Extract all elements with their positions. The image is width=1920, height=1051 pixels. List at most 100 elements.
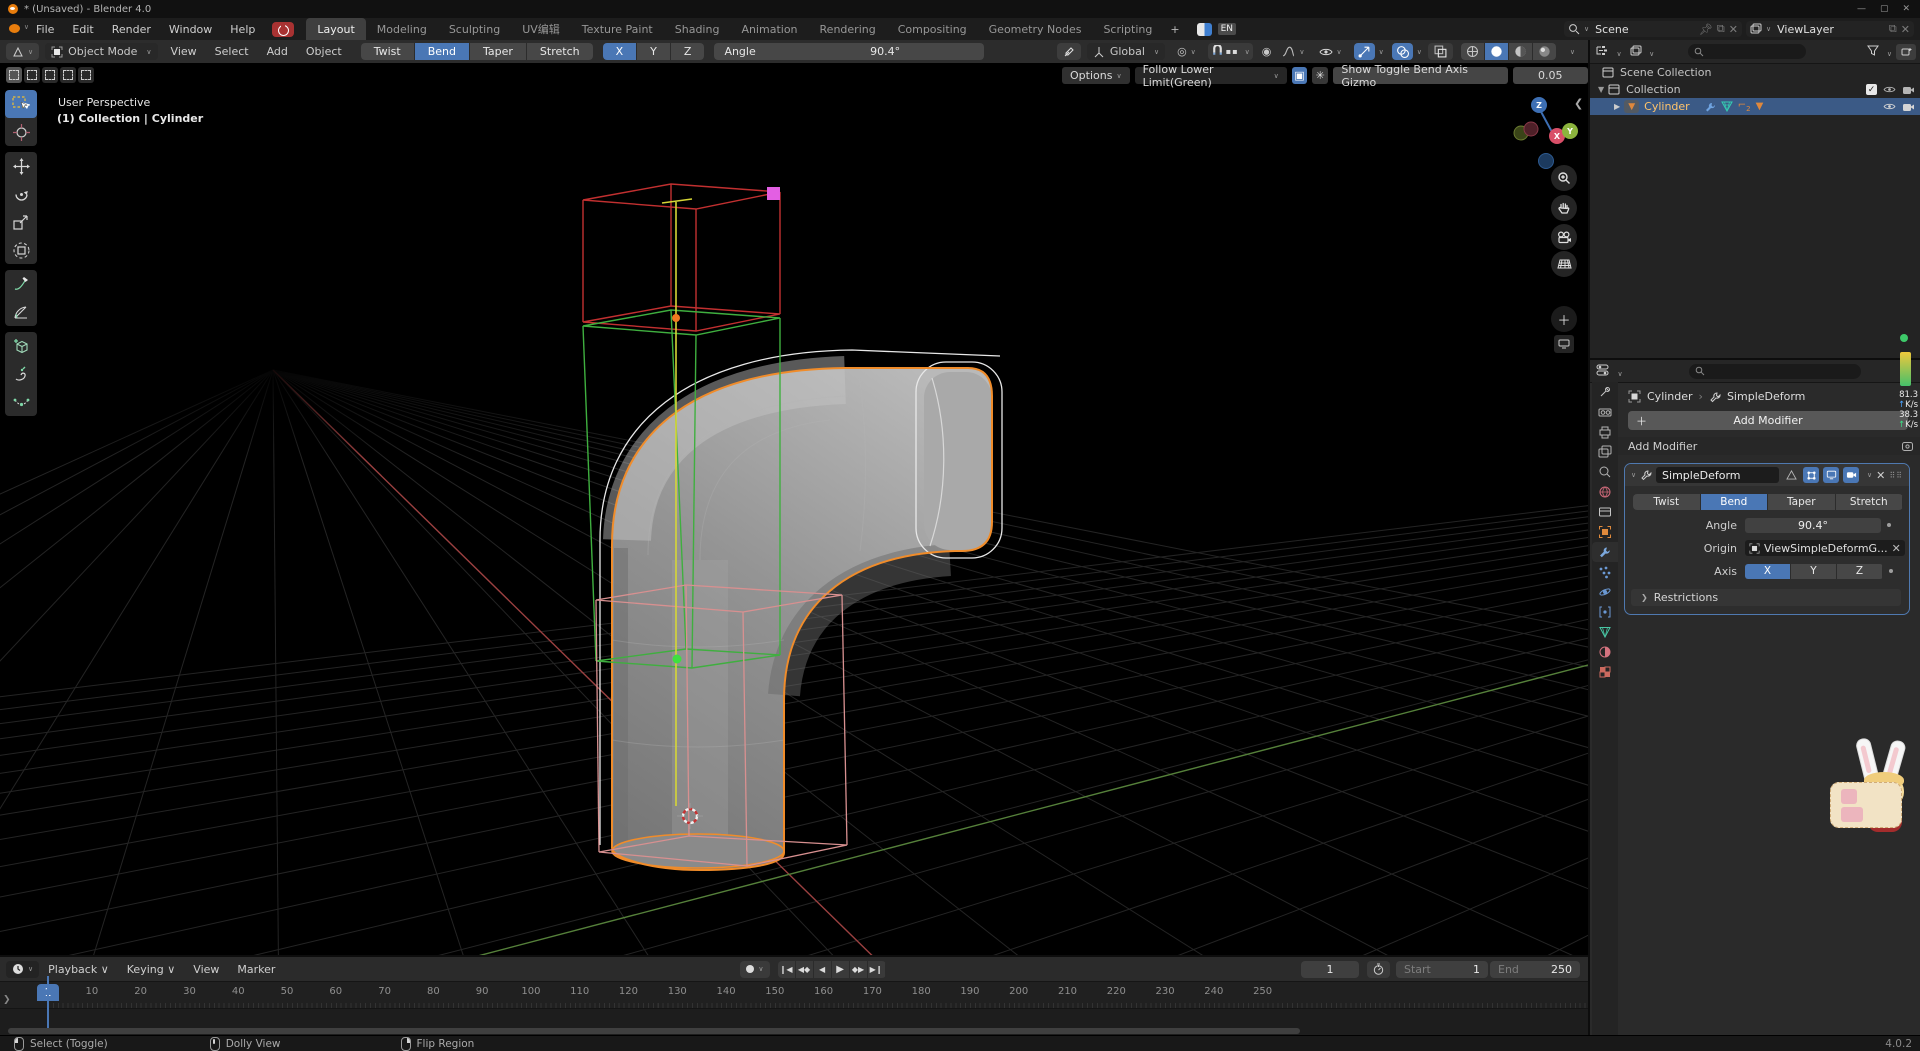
- deform-bend[interactable]: Bend: [415, 43, 470, 60]
- outliner-filter-button[interactable]: ∨: [1867, 45, 1896, 59]
- tab-scripting[interactable]: Scripting: [1092, 18, 1163, 40]
- deform-stretch[interactable]: Stretch: [527, 43, 593, 60]
- viewport-menu-select[interactable]: Select: [206, 45, 258, 58]
- scene-selector[interactable]: ∨ Scene 📌︎ ⧉ ✕: [1564, 21, 1742, 37]
- visibility-dropdown[interactable]: ∨: [1313, 43, 1348, 60]
- modifier-deform-bend[interactable]: Bend: [1701, 494, 1769, 510]
- timeline-scrollbar[interactable]: [8, 1028, 1300, 1034]
- tab-material-icon[interactable]: [1592, 642, 1618, 662]
- tab-world-icon[interactable]: [1592, 482, 1618, 502]
- modifier-origin-field[interactable]: ViewSimpleDeformG... ✕: [1745, 540, 1905, 556]
- select-mode-invert[interactable]: [60, 67, 76, 83]
- deform-twist[interactable]: Twist: [361, 43, 415, 60]
- tab-rendering[interactable]: Rendering: [809, 18, 887, 40]
- magnet-icon[interactable]: [1211, 45, 1224, 58]
- chevron-down-icon[interactable]: ∨: [1379, 48, 1384, 56]
- chevron-down-icon[interactable]: ∨: [1570, 48, 1575, 56]
- animate-dot[interactable]: [1889, 569, 1893, 573]
- tab-render-icon[interactable]: [1592, 402, 1618, 422]
- add-modifier-button[interactable]: ＋ Add Modifier: [1628, 411, 1908, 430]
- perspective-toggle-button[interactable]: [1551, 251, 1577, 277]
- axis-z[interactable]: Z: [671, 43, 705, 60]
- display-on-cage-toggle[interactable]: [1783, 467, 1799, 483]
- overlays-toggle[interactable]: [1392, 43, 1413, 60]
- display-edit-mode-toggle[interactable]: [1803, 467, 1819, 483]
- properties-editor-type[interactable]: ∨: [1596, 364, 1623, 379]
- viewport-menu-object[interactable]: Object: [297, 45, 351, 58]
- menu-render[interactable]: Render: [103, 23, 160, 36]
- menu-file[interactable]: File: [27, 23, 63, 36]
- frame-ruler[interactable]: 1 10203040506070809010011012013014015016…: [0, 982, 1588, 1009]
- gizmo-neg-z[interactable]: [1539, 154, 1554, 169]
- modifier-extras-dropdown[interactable]: ∨: [1867, 471, 1872, 479]
- tab-physics-icon[interactable]: [1592, 582, 1618, 602]
- unlink-icon[interactable]: ✕: [1897, 23, 1910, 36]
- size-field[interactable]: 0.05: [1513, 67, 1588, 84]
- axis-y[interactable]: Y: [637, 43, 671, 60]
- outliner-row-cylinder[interactable]: ▶ ▼ Cylinder ⌐2 ▼: [1590, 98, 1920, 115]
- chevron-down-icon[interactable]: ∨: [1417, 48, 1422, 56]
- add-modifier-section[interactable]: Add Modifier: [1618, 437, 1920, 455]
- minimize-button[interactable]: —: [1857, 4, 1866, 14]
- breadcrumb-object[interactable]: Cylinder: [1647, 390, 1693, 403]
- timeline-menu-marker[interactable]: Marker: [228, 963, 284, 976]
- gizmo-box-toggle[interactable]: ▣: [1292, 67, 1307, 84]
- current-frame-field[interactable]: 1: [1301, 961, 1359, 978]
- toolbar-expand-button[interactable]: ＋: [1551, 306, 1577, 332]
- chevron-down-icon[interactable]: ∨: [1245, 48, 1250, 56]
- timeline-menu-keying[interactable]: Keying ∨: [118, 963, 185, 976]
- next-keyframe-button[interactable]: ◆▶: [850, 961, 868, 978]
- use-preview-range-button[interactable]: [1367, 961, 1390, 978]
- select-mode-new[interactable]: [6, 67, 22, 83]
- timeline-menu-playback[interactable]: Playback ∨: [39, 963, 118, 976]
- shading-material-button[interactable]: [1509, 43, 1533, 60]
- pivot-dropdown[interactable]: ◎∨: [1171, 43, 1202, 60]
- camera-restrict-icon[interactable]: [1902, 102, 1914, 112]
- tab-viewlayer-icon[interactable]: [1592, 442, 1618, 462]
- copy-icon[interactable]: ⧉: [1889, 22, 1897, 36]
- tab-scene-icon[interactable]: [1592, 462, 1618, 482]
- snap-target-icon[interactable]: ▪▪: [1224, 47, 1241, 56]
- checkbox-icon[interactable]: ✓: [1866, 84, 1877, 95]
- menu-edit[interactable]: Edit: [63, 23, 102, 36]
- viewlayer-selector[interactable]: ∨ ViewLayer ⧉ ✕: [1746, 21, 1914, 37]
- drag-handle[interactable]: ⠿⠿: [1889, 471, 1903, 480]
- breadcrumb-modifier[interactable]: SimpleDeform: [1727, 390, 1805, 403]
- gizmo-lower-handle[interactable]: [673, 655, 682, 664]
- language-badge[interactable]: EN: [1218, 23, 1236, 35]
- screen-overlay-button[interactable]: [1554, 335, 1574, 353]
- display-realtime-toggle[interactable]: [1823, 467, 1839, 483]
- tab-collection-icon[interactable]: [1592, 502, 1618, 522]
- tool-scale[interactable]: [5, 208, 37, 236]
- jump-to-start-button[interactable]: ❙◀: [778, 961, 796, 978]
- region-collapse-arrow[interactable]: ❮: [1574, 97, 1583, 110]
- modifier-axis-z[interactable]: Z: [1837, 564, 1883, 579]
- power-button[interactable]: [272, 22, 294, 37]
- tool-hook[interactable]: [5, 360, 37, 388]
- editor-type-button[interactable]: ∨: [6, 43, 39, 60]
- modifier-deform-stretch[interactable]: Stretch: [1836, 494, 1904, 510]
- tab-compositing[interactable]: Compositing: [887, 18, 978, 40]
- angle-field[interactable]: Angle 90.4°: [714, 43, 984, 60]
- modifier-axis-y[interactable]: Y: [1791, 564, 1837, 579]
- modifier-axis-x[interactable]: X: [1745, 564, 1791, 579]
- tab-texture-icon[interactable]: [1592, 662, 1618, 682]
- tool-add-cube[interactable]: [5, 332, 37, 360]
- deform-taper[interactable]: Taper: [470, 43, 527, 60]
- axis-x[interactable]: X: [603, 43, 638, 60]
- tab-tool-icon[interactable]: [1592, 382, 1618, 402]
- eyedropper-button[interactable]: [1057, 43, 1081, 60]
- tool-cursor[interactable]: [5, 118, 37, 146]
- menu-help[interactable]: Help: [221, 23, 264, 36]
- shading-wireframe-button[interactable]: [1461, 43, 1485, 60]
- prev-keyframe-button[interactable]: ◀◆: [796, 961, 814, 978]
- modifier-name-input[interactable]: SimpleDeform: [1656, 467, 1779, 483]
- tab-output-icon[interactable]: [1592, 422, 1618, 442]
- outliner-filter-mode[interactable]: ∨: [1630, 45, 1655, 59]
- tab-sculpting[interactable]: Sculpting: [438, 18, 511, 40]
- gizmo-upper-handle[interactable]: [672, 314, 680, 322]
- viewport-menu-view[interactable]: View: [162, 45, 206, 58]
- show-bend-axis-gizmo-button[interactable]: Show Toggle Bend Axis Gizmo: [1333, 67, 1507, 84]
- modifier-deform-taper[interactable]: Taper: [1768, 494, 1836, 510]
- timeline-menu-view[interactable]: View: [184, 963, 228, 976]
